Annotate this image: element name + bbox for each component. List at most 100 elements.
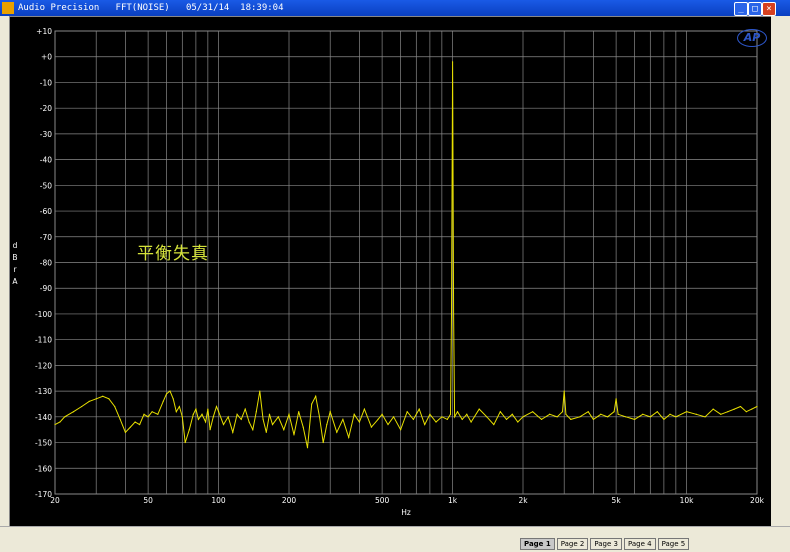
y-tick-label: -140	[35, 413, 52, 422]
y-tick-label: -150	[35, 439, 52, 448]
y-tick-label: -130	[35, 387, 52, 396]
trace-point	[561, 411, 564, 413]
trace-point	[441, 416, 443, 418]
trace-point	[418, 408, 420, 410]
y-tick-label: -80	[40, 259, 52, 268]
trace-point	[517, 421, 519, 423]
x-tick-label: 200	[282, 496, 297, 505]
x-tick-label: 50	[143, 496, 153, 505]
trace-point	[400, 429, 402, 431]
trace-point	[663, 418, 665, 421]
trace-point	[318, 416, 321, 418]
page-tabs: Page 1 Page 2 Page 3 Page 4 Page 5	[520, 538, 691, 550]
trace-point	[175, 411, 177, 413]
trace-point	[139, 423, 141, 426]
trace-point	[499, 411, 501, 413]
trace-point	[540, 418, 543, 421]
y-tick-label: -60	[40, 207, 52, 216]
trace-point	[751, 408, 753, 410]
chart-annotation: 平衡失真	[137, 244, 209, 264]
trace-point	[412, 418, 414, 421]
y-tick-label: -10	[40, 78, 52, 87]
tab-page-3[interactable]: Page 3	[590, 538, 622, 550]
trace-point	[119, 418, 121, 421]
trace-point	[461, 418, 463, 421]
trace-point	[172, 398, 174, 400]
y-axis-label-char: A	[12, 277, 18, 286]
trace-point	[656, 411, 658, 413]
minimize-button[interactable]: _	[734, 2, 748, 16]
trace-point	[255, 411, 257, 413]
trace-point	[381, 413, 383, 415]
y-tick-label: -90	[40, 284, 52, 293]
tab-page-4[interactable]: Page 4	[623, 538, 656, 550]
trace-point	[456, 411, 459, 413]
tab-page-1[interactable]: Page 1	[520, 538, 555, 550]
trace-point	[695, 413, 697, 415]
trace-point	[712, 408, 714, 410]
trace-point	[81, 405, 83, 408]
trace-point	[451, 61, 454, 63]
trace-point	[271, 423, 274, 426]
trace-point	[556, 416, 558, 418]
close-button[interactable]: ×	[762, 2, 776, 16]
trace-point	[201, 413, 203, 415]
trace-point	[625, 416, 627, 418]
trace-point	[162, 400, 164, 402]
trace-point	[166, 393, 168, 395]
trace-point	[184, 441, 186, 444]
trace-point	[88, 400, 90, 402]
trace-point	[348, 436, 350, 439]
y-tick-label: -70	[40, 233, 52, 242]
y-axis-label-char: r	[13, 265, 17, 274]
trace-point	[642, 413, 644, 415]
y-tick-label: -20	[40, 104, 52, 113]
x-tick-label: 20k	[750, 496, 765, 505]
graph-window: +10 +0 -10 -20 -30 -40 -50 -60 -70 -80 -90 -100 -110…	[9, 16, 773, 528]
trace-point	[262, 418, 264, 421]
trace-point	[217, 411, 220, 413]
trace-point	[370, 426, 373, 428]
trace-point	[311, 403, 313, 405]
trace-point	[236, 413, 238, 415]
trace-point	[511, 413, 513, 415]
y-axis-label-char: d	[13, 241, 18, 250]
title-bar: Audio Precision FFT(NOISE) 05/31/14 18:3…	[0, 0, 790, 16]
trace-point	[549, 413, 551, 415]
x-tick-label: 100	[211, 496, 226, 505]
maximize-button[interactable]: □	[748, 2, 762, 16]
trace-point	[178, 405, 180, 408]
trace-point	[675, 416, 677, 418]
y-tick-label: -40	[40, 156, 52, 165]
trace-point	[329, 411, 331, 413]
trace-point	[151, 411, 153, 413]
trace-point	[288, 413, 290, 415]
trace-point	[453, 416, 456, 418]
trace-point	[592, 418, 595, 421]
trace-point	[240, 418, 242, 421]
trace-point	[147, 416, 149, 418]
tab-page-5[interactable]: Page 5	[657, 538, 690, 550]
trace-point	[244, 408, 246, 410]
trace-point	[192, 413, 194, 415]
trace-point	[59, 421, 61, 423]
y-tick-label: -120	[35, 361, 52, 370]
trace-point	[478, 408, 480, 410]
x-tick-label: 20	[50, 496, 60, 505]
trace-point	[470, 421, 472, 423]
trace-point	[248, 421, 250, 423]
trace-point	[169, 390, 171, 392]
trace-point	[579, 416, 581, 418]
trace-point	[326, 423, 328, 426]
trace-point	[315, 395, 317, 397]
y-tick-label: -100	[35, 310, 52, 319]
trace-point	[204, 421, 207, 423]
trace-point	[570, 418, 572, 421]
trace-point	[227, 416, 229, 418]
trace-point	[617, 413, 619, 415]
trace-point	[209, 429, 211, 431]
tab-page-2[interactable]: Page 2	[556, 538, 589, 550]
trace-point	[587, 411, 589, 413]
right-scroll-area[interactable]	[771, 16, 790, 526]
trace-point	[134, 421, 136, 423]
